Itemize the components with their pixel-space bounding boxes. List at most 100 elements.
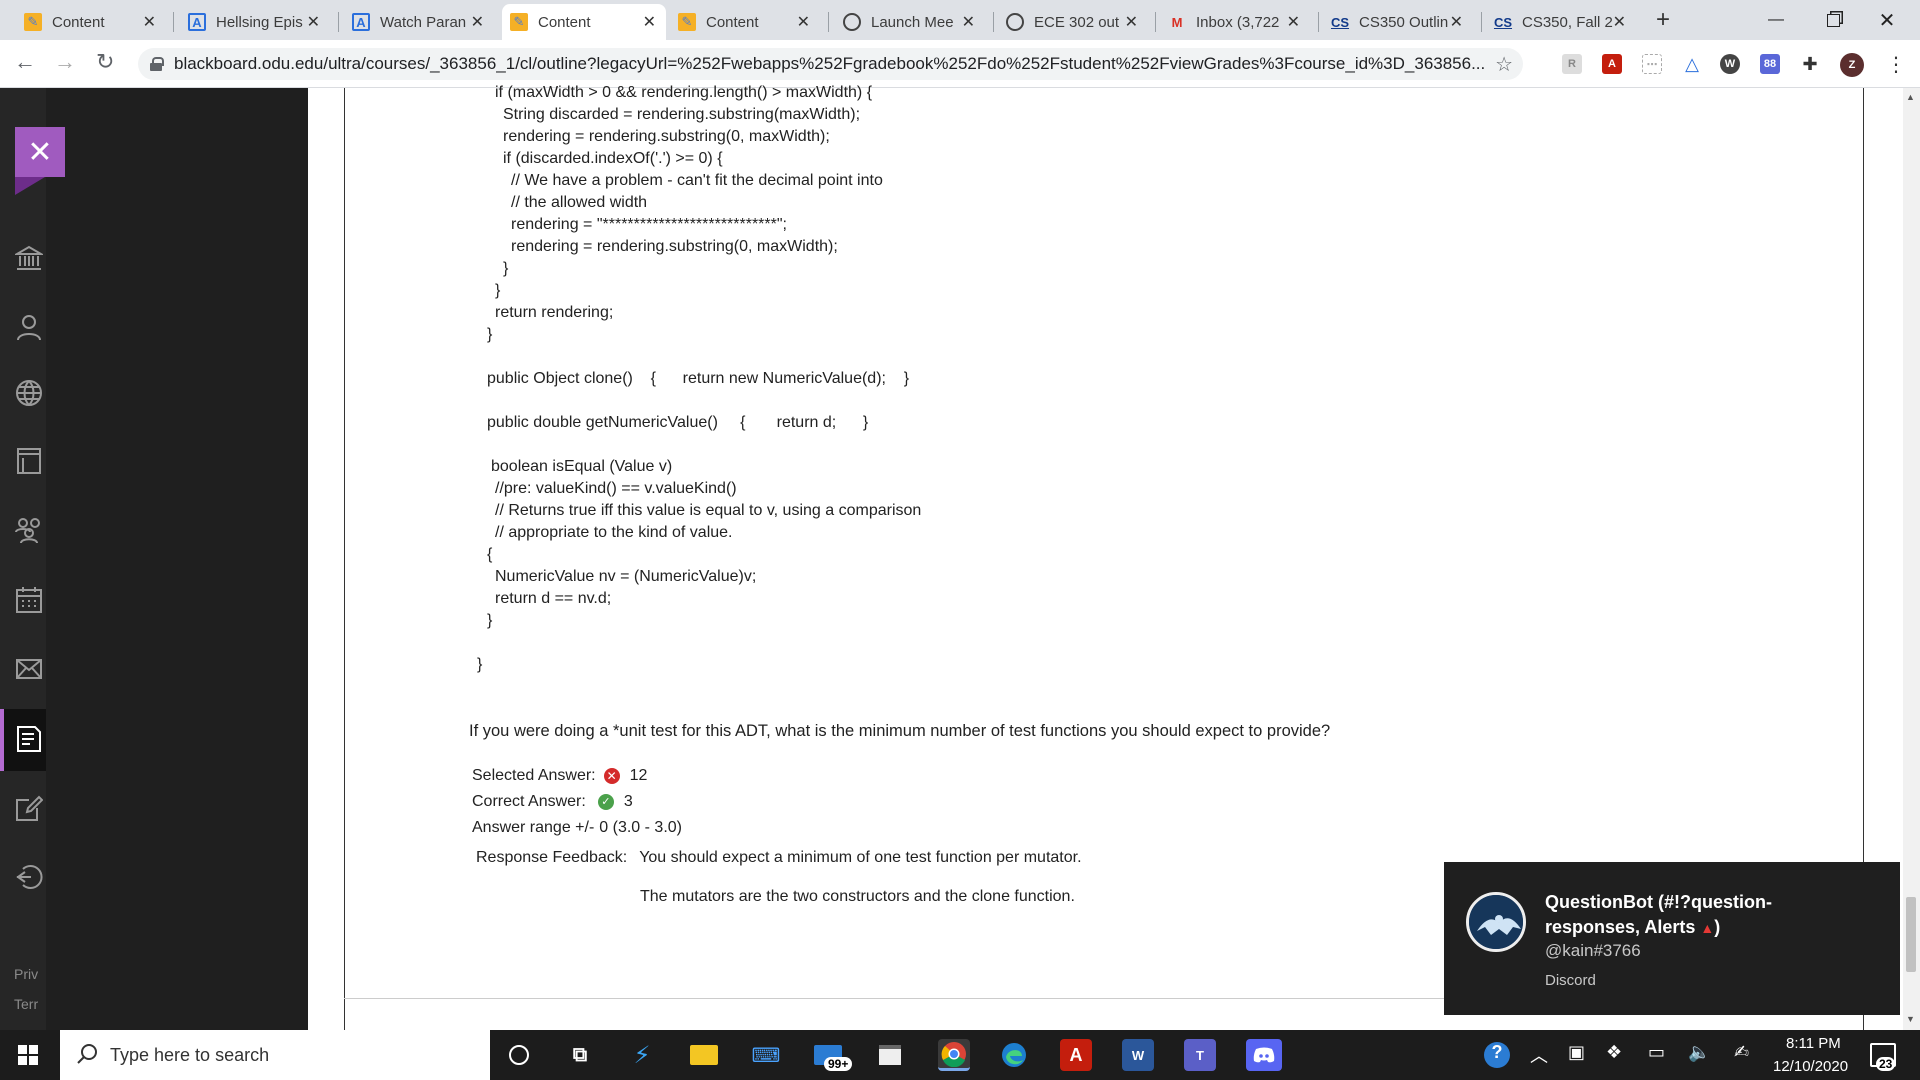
tab[interactable]: ECE 302 out ✕: [998, 4, 1148, 40]
w-extension-icon[interactable]: W: [1720, 54, 1740, 74]
grades-icon[interactable]: [14, 724, 44, 754]
close-tab-icon[interactable]: ✕: [1613, 12, 1626, 32]
extension-dotted-icon[interactable]: ⋯: [1642, 54, 1662, 74]
clock-date[interactable]: 12/10/2020: [1773, 1058, 1848, 1075]
tab[interactable]: M Inbox (3,722 ✕: [1160, 4, 1310, 40]
puzzle-icon[interactable]: ✚: [1800, 54, 1820, 74]
store-icon[interactable]: [874, 1039, 906, 1071]
edge-icon[interactable]: [998, 1039, 1030, 1071]
forward-icon[interactable]: →: [54, 49, 76, 75]
feedback-row-2: The mutators are the two constructors an…: [640, 888, 1075, 906]
tab[interactable]: ✎ Content ✕: [16, 4, 166, 40]
code-line: public double getNumericValue() { return…: [487, 414, 869, 431]
correct-answer-value: 3: [623, 793, 633, 810]
back-icon[interactable]: ←: [14, 49, 36, 75]
avatar[interactable]: Z: [1840, 53, 1864, 77]
close-tab-icon[interactable]: ✕: [643, 12, 656, 32]
code-line: }: [503, 260, 509, 277]
code-line: rendering = "***************************…: [511, 216, 787, 233]
discord-notification[interactable]: QuestionBot (#!?question- responses, Ale…: [1444, 862, 1900, 1015]
messages-icon[interactable]: [14, 654, 44, 684]
bookmark-star-icon[interactable]: ☆: [1495, 52, 1513, 77]
acrobat-icon[interactable]: A: [1602, 54, 1622, 74]
scroll-down-icon[interactable]: ▼: [1906, 1014, 1915, 1024]
pen-icon[interactable]: ✍: [1734, 1042, 1749, 1063]
display-icon[interactable]: ▣: [1568, 1042, 1585, 1063]
extension-icon[interactable]: R: [1562, 54, 1582, 74]
notification-avatar: [1466, 892, 1526, 952]
sign-out-icon[interactable]: [14, 862, 44, 892]
address-bar[interactable]: blackboard.odu.edu/ultra/courses/_363856…: [138, 48, 1523, 80]
new-tab-button[interactable]: +: [1656, 6, 1670, 34]
scrollbar[interactable]: [1903, 88, 1920, 1030]
institution-icon[interactable]: [14, 243, 44, 273]
anime-a-icon: A: [188, 13, 206, 31]
network-app-icon[interactable]: ⌨: [750, 1039, 782, 1071]
teams-icon[interactable]: T: [1184, 1039, 1216, 1071]
close-tab-icon[interactable]: ✕: [797, 12, 810, 32]
word-icon[interactable]: W: [1122, 1039, 1154, 1071]
code-line: }: [487, 612, 493, 629]
restore-button[interactable]: [1810, 0, 1856, 40]
tab[interactable]: ✎ Content ✕: [670, 4, 820, 40]
code-line: if (maxWidth > 0 && rendering.length() >…: [495, 84, 873, 101]
code-line: // Returns true iff this value is equal …: [495, 502, 922, 519]
terms-link[interactable]: Terr: [14, 996, 38, 1012]
close-tab-icon[interactable]: ✕: [1287, 12, 1300, 32]
globe-icon[interactable]: [14, 378, 44, 408]
acrobat-taskbar-icon[interactable]: A: [1060, 1039, 1092, 1071]
selected-answer-label: Selected Answer:: [472, 767, 596, 784]
code-line: }: [477, 656, 483, 673]
code-line: {: [487, 546, 493, 563]
person-icon[interactable]: [14, 312, 44, 342]
scrollbar-thumb[interactable]: [1906, 897, 1916, 972]
grid-extension-icon[interactable]: 88: [1760, 54, 1780, 74]
tab[interactable]: CS CS350 Outlin ✕: [1323, 4, 1473, 40]
calendar-icon[interactable]: [14, 585, 44, 615]
close-tab-icon[interactable]: ✕: [1450, 12, 1463, 32]
tab[interactable]: Launch Mee ✕: [835, 4, 985, 40]
start-button[interactable]: [18, 1045, 38, 1065]
notification-title-1: QuestionBot (#!?question-: [1545, 892, 1772, 912]
discord-icon[interactable]: [1246, 1039, 1282, 1071]
privacy-link[interactable]: Priv: [14, 966, 38, 982]
minimize-button[interactable]: —: [1753, 0, 1799, 40]
gmail-icon: M: [1171, 14, 1183, 30]
dropbox-icon[interactable]: ❖: [1606, 1042, 1622, 1063]
drive-icon[interactable]: △: [1682, 54, 1702, 74]
menu-icon[interactable]: ⋮: [1886, 52, 1906, 77]
close-tab-icon[interactable]: ✕: [962, 12, 975, 32]
groups-icon[interactable]: [14, 515, 44, 545]
close-tab-icon[interactable]: ✕: [307, 12, 320, 32]
code-line: String discarded = rendering.substring(m…: [503, 106, 861, 123]
close-tab-icon[interactable]: ✕: [143, 12, 156, 32]
tab-active[interactable]: ✎ Content ✕: [502, 4, 666, 40]
file-explorer-icon[interactable]: [688, 1039, 720, 1071]
tools-icon[interactable]: [14, 793, 44, 823]
chrome-icon[interactable]: [938, 1039, 970, 1071]
nav-selected-indicator: [0, 709, 4, 771]
tab[interactable]: A Watch Paran ✕: [344, 4, 494, 40]
globe-icon: [843, 13, 861, 31]
tab[interactable]: CS CS350, Fall 2 ✕: [1486, 4, 1636, 40]
anime-a-icon: A: [352, 13, 370, 31]
clock-time[interactable]: 8:11 PM: [1786, 1035, 1841, 1052]
close-panel-button[interactable]: ✕: [15, 127, 65, 177]
tab[interactable]: A Hellsing Epis ✕: [180, 4, 330, 40]
help-icon[interactable]: ?: [1484, 1042, 1510, 1068]
show-hidden-icons[interactable]: ︿: [1530, 1042, 1548, 1068]
battery-icon[interactable]: ▭: [1648, 1042, 1665, 1063]
search-placeholder: Type here to search: [110, 1044, 270, 1065]
taskbar-search[interactable]: Type here to search: [60, 1030, 490, 1080]
close-tab-icon[interactable]: ✕: [471, 12, 484, 32]
notification-count: 23: [1876, 1057, 1896, 1071]
visual-studio-code-icon[interactable]: ⚡: [626, 1039, 658, 1071]
close-window-button[interactable]: ✕: [1864, 0, 1910, 40]
courses-icon[interactable]: [14, 446, 44, 476]
scroll-up-icon[interactable]: ▲: [1906, 92, 1915, 102]
volume-icon[interactable]: 🔈: [1688, 1042, 1710, 1063]
task-view-icon[interactable]: ⧉: [564, 1039, 596, 1071]
cortana-icon[interactable]: [503, 1039, 535, 1071]
close-tab-icon[interactable]: ✕: [1125, 12, 1138, 32]
reload-icon[interactable]: ↻: [96, 49, 114, 75]
